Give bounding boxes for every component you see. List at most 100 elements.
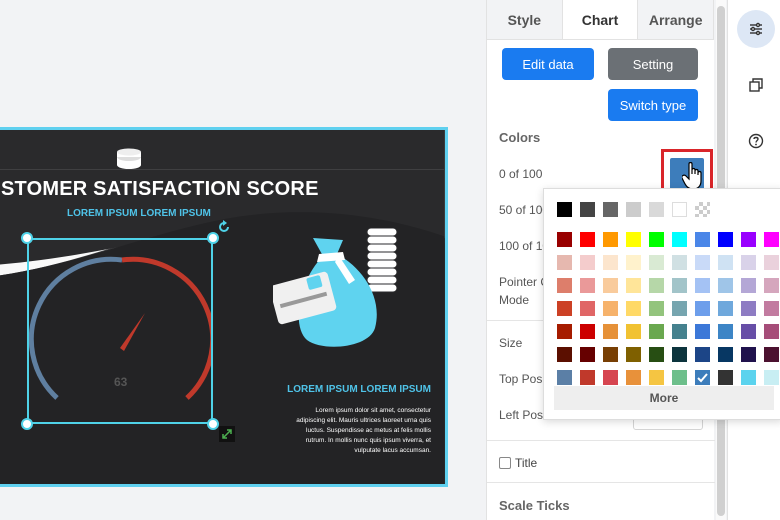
- color-swatch[interactable]: [557, 202, 572, 217]
- color-swatch[interactable]: [764, 255, 779, 270]
- edit-data-button[interactable]: Edit data: [502, 48, 594, 80]
- color-swatch[interactable]: [649, 278, 664, 293]
- sliders-icon[interactable]: [737, 10, 775, 48]
- color-swatch[interactable]: [695, 301, 710, 316]
- color-swatch[interactable]: [649, 370, 664, 385]
- color-swatch[interactable]: [626, 232, 641, 247]
- color-swatch[interactable]: [741, 301, 756, 316]
- selection-box[interactable]: [27, 238, 213, 424]
- color-swatch[interactable]: [626, 278, 641, 293]
- color-swatch[interactable]: [649, 202, 664, 217]
- color-swatch[interactable]: [626, 301, 641, 316]
- color-swatch[interactable]: [741, 370, 756, 385]
- color-swatch[interactable]: [603, 278, 618, 293]
- more-colors-button[interactable]: More: [554, 386, 774, 410]
- color-swatch[interactable]: [695, 278, 710, 293]
- color-swatch[interactable]: [695, 370, 710, 385]
- color-swatch[interactable]: [603, 255, 618, 270]
- color-swatch[interactable]: [695, 202, 710, 217]
- color-swatch[interactable]: [557, 347, 572, 362]
- color-swatch[interactable]: [672, 232, 687, 247]
- color-swatch[interactable]: [672, 301, 687, 316]
- color-swatch[interactable]: [672, 278, 687, 293]
- copy-icon[interactable]: [737, 66, 775, 104]
- expand-icon[interactable]: [219, 426, 235, 442]
- color-swatch[interactable]: [764, 301, 779, 316]
- color-swatch[interactable]: [764, 278, 779, 293]
- color-swatch[interactable]: [718, 301, 733, 316]
- color-swatch[interactable]: [580, 301, 595, 316]
- color-swatch[interactable]: [626, 370, 641, 385]
- color-swatch[interactable]: [695, 232, 710, 247]
- color-swatch[interactable]: [626, 324, 641, 339]
- title-checkbox-row[interactable]: Title: [499, 456, 537, 470]
- color-swatch[interactable]: [764, 324, 779, 339]
- color-swatch[interactable]: [718, 347, 733, 362]
- color-swatch[interactable]: [764, 347, 779, 362]
- color-swatch[interactable]: [603, 202, 618, 217]
- color-swatch[interactable]: [626, 347, 641, 362]
- color-swatch[interactable]: [741, 232, 756, 247]
- color-swatch[interactable]: [626, 255, 641, 270]
- color-swatch[interactable]: [649, 232, 664, 247]
- title-checkbox[interactable]: [499, 457, 511, 469]
- color-swatch[interactable]: [580, 278, 595, 293]
- color-swatch[interactable]: [695, 255, 710, 270]
- color-swatch[interactable]: [580, 232, 595, 247]
- switch-type-button[interactable]: Switch type: [608, 89, 698, 121]
- color-swatch[interactable]: [672, 347, 687, 362]
- color-swatch[interactable]: [741, 278, 756, 293]
- color-swatch[interactable]: [741, 324, 756, 339]
- resize-handle-bl[interactable]: [21, 418, 33, 430]
- color-swatch[interactable]: [718, 370, 733, 385]
- color-swatch[interactable]: [580, 370, 595, 385]
- color-swatch[interactable]: [557, 370, 572, 385]
- resize-handle-br[interactable]: [207, 418, 219, 430]
- color-swatch[interactable]: [557, 232, 572, 247]
- color-swatch[interactable]: [649, 324, 664, 339]
- text-title[interactable]: LOREM IPSUM LOREM IPSUM: [287, 384, 431, 395]
- color-swatch[interactable]: [649, 301, 664, 316]
- color-swatch[interactable]: [718, 232, 733, 247]
- color-swatch[interactable]: [718, 324, 733, 339]
- color-swatch[interactable]: [672, 370, 687, 385]
- color-swatch[interactable]: [580, 324, 595, 339]
- color-swatch[interactable]: [557, 301, 572, 316]
- tab-style[interactable]: Style: [487, 0, 563, 39]
- color-swatch[interactable]: [695, 324, 710, 339]
- color-swatch[interactable]: [718, 278, 733, 293]
- color-swatch[interactable]: [672, 324, 687, 339]
- slide-subtitle[interactable]: LOREM IPSUM LOREM IPSUM: [67, 208, 211, 219]
- color-swatch[interactable]: [695, 347, 710, 362]
- slide[interactable]: STOMER SATISFACTION SCORE LOREM IPSUM LO…: [0, 127, 448, 487]
- setting-button[interactable]: Setting: [608, 48, 698, 80]
- text-body[interactable]: Lorem ipsum dolor sit amet, consectetur …: [291, 406, 431, 456]
- color-swatch[interactable]: [603, 347, 618, 362]
- help-icon[interactable]: [737, 122, 775, 160]
- color-swatch[interactable]: [580, 255, 595, 270]
- color-swatch[interactable]: [580, 347, 595, 362]
- tab-chart[interactable]: Chart: [562, 0, 639, 39]
- color-swatch[interactable]: [557, 255, 572, 270]
- color-swatch[interactable]: [603, 232, 618, 247]
- tab-arrange[interactable]: Arrange: [638, 0, 715, 39]
- resize-handle-tl[interactable]: [21, 232, 33, 244]
- color-swatch[interactable]: [580, 202, 595, 217]
- color-swatch[interactable]: [626, 202, 641, 217]
- rotate-handle-icon[interactable]: [217, 220, 231, 234]
- color-swatch[interactable]: [672, 202, 687, 217]
- color-swatch[interactable]: [557, 324, 572, 339]
- color-swatch[interactable]: [649, 347, 664, 362]
- color-swatch[interactable]: [741, 347, 756, 362]
- color-swatch[interactable]: [557, 278, 572, 293]
- color-swatch[interactable]: [741, 255, 756, 270]
- color-swatch[interactable]: [603, 324, 618, 339]
- color-swatch[interactable]: [764, 232, 779, 247]
- color-swatch[interactable]: [718, 255, 733, 270]
- slide-title[interactable]: STOMER SATISFACTION SCORE: [0, 178, 318, 201]
- color-swatch[interactable]: [672, 255, 687, 270]
- color-swatch[interactable]: [603, 370, 618, 385]
- color-swatch[interactable]: [649, 255, 664, 270]
- color-swatch[interactable]: [764, 370, 779, 385]
- color-swatch[interactable]: [603, 301, 618, 316]
